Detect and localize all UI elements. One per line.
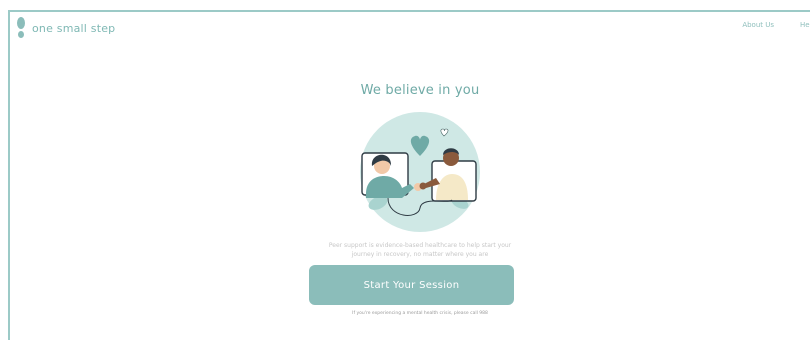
top-nav: About Us Help bbox=[742, 21, 810, 29]
video-call-illustration bbox=[348, 108, 488, 238]
logo-text: one small step bbox=[32, 21, 116, 35]
nav-help[interactable]: Help bbox=[800, 21, 810, 29]
nav-about-us[interactable]: About Us bbox=[742, 21, 774, 29]
start-session-button[interactable]: Start Your Session bbox=[309, 265, 514, 305]
footprint-icon bbox=[16, 17, 26, 39]
page-title: We believe in you bbox=[360, 83, 480, 98]
logo[interactable]: one small step bbox=[16, 17, 115, 39]
tagline: Peer support is evidence-based healthcar… bbox=[300, 242, 540, 259]
crisis-note: If you're experiencing a mental health c… bbox=[352, 311, 488, 316]
tagline-line-1: Peer support is evidence-based healthcar… bbox=[328, 242, 512, 249]
header: one small step About Us Help bbox=[10, 12, 810, 48]
tagline-line-2: journey in recovery, no matter where you… bbox=[351, 250, 489, 258]
